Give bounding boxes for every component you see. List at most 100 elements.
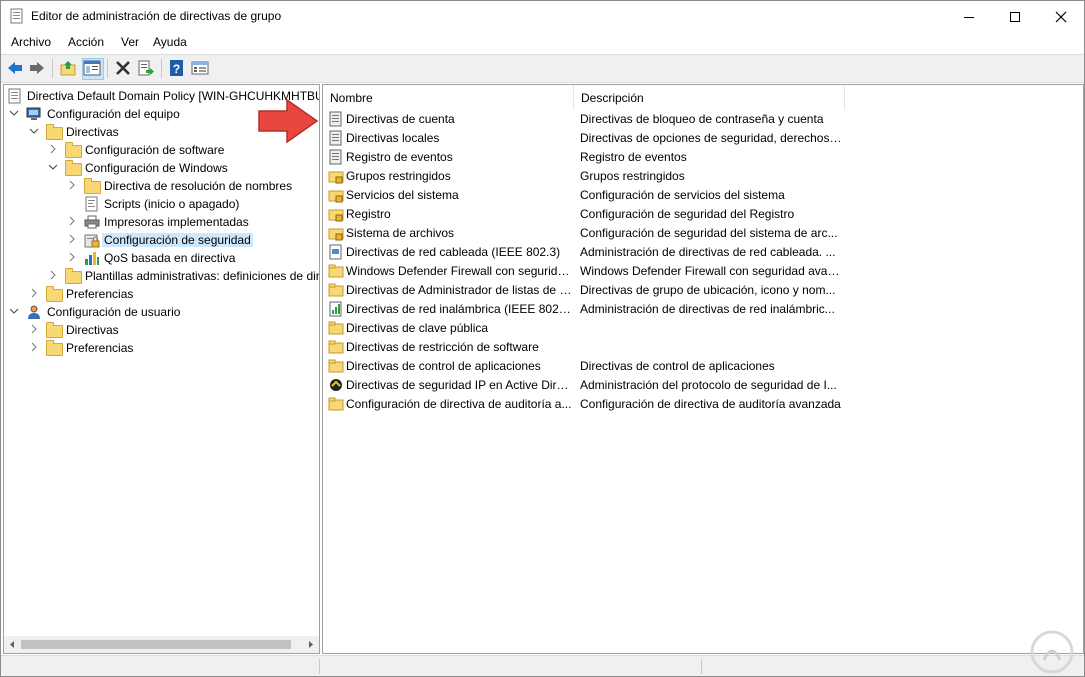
list-item[interactable]: Registro de eventos Registro de eventos	[323, 148, 1083, 167]
back-icon[interactable]	[6, 59, 24, 77]
export-list-icon[interactable]	[137, 59, 155, 77]
help-icon[interactable]: ?	[168, 59, 186, 77]
list-item-description: Windows Defender Firewall con seguridad …	[580, 264, 842, 278]
details-pane[interactable]: Nombre Descripción Directivas de cuenta …	[322, 84, 1084, 654]
list-item[interactable]: Directivas de red inalámbrica (IEEE 802.…	[323, 300, 1083, 319]
tree-label: Impresoras implementadas	[104, 215, 249, 229]
folder-icon	[328, 340, 344, 354]
list-item[interactable]: Directivas de restricción de software	[323, 338, 1083, 357]
scroll-left-icon[interactable]	[8, 640, 16, 649]
tree-item-qos[interactable]: QoS basada en directiva	[4, 249, 319, 267]
list-item-name: Registro de eventos	[346, 150, 453, 164]
annotation-arrow-icon	[258, 98, 319, 144]
chevron-right-icon[interactable]	[28, 287, 40, 299]
list-item[interactable]: Directivas de clave pública	[323, 319, 1083, 338]
list-item[interactable]: Configuración de directiva de auditoría …	[323, 395, 1083, 414]
tree-label: Configuración de usuario	[47, 305, 181, 319]
list-item[interactable]: Directivas de seguridad IP en Active Dir…	[323, 376, 1083, 395]
status-divider	[701, 659, 702, 674]
list-item[interactable]: Servicios del sistema Configuración de s…	[323, 186, 1083, 205]
toolbar-separator	[52, 59, 53, 78]
chevron-down-icon[interactable]	[8, 305, 20, 317]
list-item-description: Directivas de opciones de seguridad, der…	[580, 131, 842, 145]
tree-label: Directivas	[66, 323, 119, 337]
delete-icon[interactable]	[114, 59, 132, 77]
up-folder-icon[interactable]	[59, 59, 77, 77]
column-header-label: Descripción	[581, 91, 644, 105]
tree-item-user-directivas[interactable]: Directivas	[4, 321, 319, 339]
properties-icon[interactable]	[191, 59, 209, 77]
chevron-right-icon[interactable]	[66, 179, 78, 191]
tree-label: Plantillas administrativas: definiciones…	[85, 269, 320, 283]
list-item[interactable]: Directivas de Administrador de listas de…	[323, 281, 1083, 300]
list-item-description: Configuración de servicios del sistema	[580, 188, 785, 202]
scrollbar-thumb[interactable]	[21, 640, 291, 649]
close-icon	[1055, 11, 1067, 22]
folder-icon	[65, 160, 82, 176]
menu-ver[interactable]: Ver	[121, 35, 139, 49]
show-hide-tree-icon	[83, 60, 101, 76]
folder-icon	[328, 359, 344, 373]
list-item-name: Directivas de control de aplicaciones	[346, 359, 541, 373]
chevron-right-icon[interactable]	[47, 269, 59, 281]
tree-item-windows-config[interactable]: Configuración de Windows	[4, 159, 319, 177]
chevron-right-icon[interactable]	[28, 341, 40, 353]
chevron-down-icon[interactable]	[47, 161, 59, 173]
show-hide-tree-button[interactable]	[82, 58, 104, 80]
tree-label: Preferencias	[66, 341, 134, 355]
chevron-down-icon[interactable]	[8, 107, 20, 119]
tree-label: Directiva de resolución de nombres	[104, 179, 293, 193]
menu-ayuda[interactable]: Ayuda	[153, 35, 187, 49]
chevron-right-icon[interactable]	[28, 323, 40, 335]
list-item[interactable]: Grupos restringidos Grupos restringidos	[323, 167, 1083, 186]
chevron-right-icon[interactable]	[66, 215, 78, 227]
list-item-name: Directivas locales	[346, 131, 440, 145]
menu-archivo[interactable]: Archivo	[11, 35, 51, 49]
list-item-description: Administración de directivas de red inal…	[580, 302, 835, 316]
chevron-right-icon[interactable]	[66, 251, 78, 263]
list-item[interactable]: Directivas de control de aplicaciones Di…	[323, 357, 1083, 376]
tree-item-admin-templates[interactable]: Plantillas administrativas: definiciones…	[4, 267, 319, 285]
console-tree-pane[interactable]: Directiva Default Domain Policy [WIN-GHC…	[3, 84, 320, 654]
list-item-name: Directivas de red cableada (IEEE 802.3)	[346, 245, 561, 259]
column-header-description[interactable]: Descripción	[574, 85, 845, 110]
folder-icon	[328, 264, 344, 278]
maximize-button[interactable]	[992, 1, 1038, 32]
list-item[interactable]: Registro Configuración de seguridad del …	[323, 205, 1083, 224]
title-bar[interactable]: Editor de administración de directivas d…	[1, 1, 1084, 32]
list-item[interactable]: Windows Defender Firewall con segurida..…	[323, 262, 1083, 281]
list-item-name: Directivas de red inalámbrica (IEEE 802.…	[346, 302, 572, 316]
folder-icon	[328, 397, 344, 411]
chevron-down-icon[interactable]	[28, 125, 40, 137]
list-item[interactable]: Sistema de archivos Configuración de seg…	[323, 224, 1083, 243]
column-header-name[interactable]: Nombre	[323, 85, 574, 110]
list-item[interactable]: Directivas de red cableada (IEEE 802.3) …	[323, 243, 1083, 262]
list-item-name: Directivas de Administrador de listas de…	[346, 283, 572, 297]
list-item-description: Grupos restringidos	[580, 169, 685, 183]
chevron-right-icon[interactable]	[66, 233, 78, 245]
menu-accion[interactable]: Acción	[68, 35, 104, 49]
tree-item-computer-preferences[interactable]: Preferencias	[4, 285, 319, 303]
watermark-logo-icon	[1030, 630, 1074, 674]
close-button[interactable]	[1038, 1, 1084, 32]
minimize-button[interactable]	[946, 1, 992, 32]
policy-icon	[8, 88, 21, 104]
tree-item-user-config[interactable]: Configuración de usuario	[4, 303, 319, 321]
tree-item-scripts[interactable]: Scripts (inicio o apagado)	[4, 195, 319, 213]
chevron-right-icon[interactable]	[47, 143, 59, 155]
tree-item-user-preferences[interactable]: Preferencias	[4, 339, 319, 357]
script-icon	[85, 196, 98, 212]
tree-item-name-resolution[interactable]: Directiva de resolución de nombres	[4, 177, 319, 195]
scroll-right-icon[interactable]	[307, 640, 315, 649]
list-item[interactable]: Directivas locales Directivas de opcione…	[323, 129, 1083, 148]
tree-label: Configuración de Windows	[85, 161, 228, 175]
tree-item-printers[interactable]: Impresoras implementadas	[4, 213, 319, 231]
printer-icon	[84, 215, 100, 229]
tree-item-security-settings[interactable]: Configuración de seguridad	[4, 231, 319, 249]
folder-icon	[84, 178, 101, 194]
horizontal-scrollbar[interactable]	[4, 636, 319, 653]
maximize-icon	[1010, 11, 1020, 22]
forward-icon[interactable]	[28, 59, 46, 77]
list-item[interactable]: Directivas de cuenta Directivas de bloqu…	[323, 110, 1083, 129]
list-item-name: Directivas de seguridad IP en Active Dir…	[346, 378, 572, 392]
